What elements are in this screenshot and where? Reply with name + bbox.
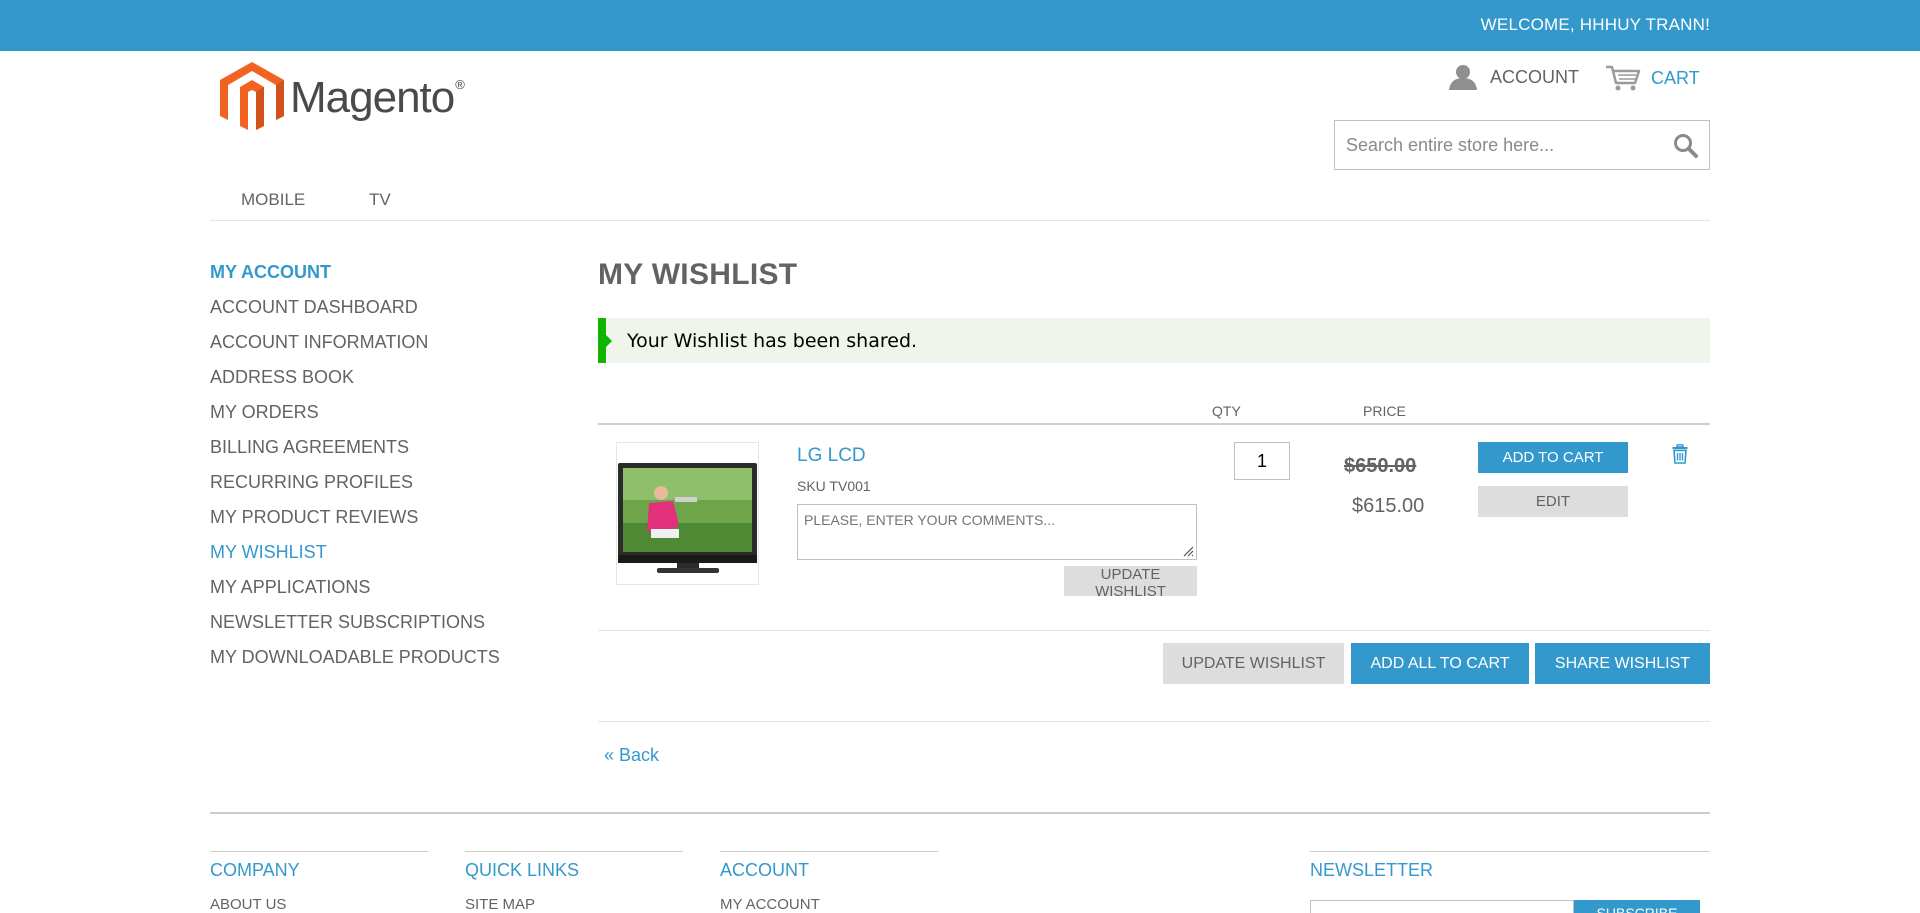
- footer-divider: [210, 812, 1710, 814]
- back-link[interactable]: « Back: [604, 745, 659, 766]
- newsletter-email-input[interactable]: [1310, 900, 1574, 913]
- wishlist-actions: UPDATE WISHLIST ADD ALL TO CART SHARE WI…: [598, 631, 1710, 722]
- add-all-to-cart-button[interactable]: ADD ALL TO CART: [1351, 643, 1529, 684]
- sidebar-item-account-dashboard[interactable]: ACCOUNT DASHBOARD: [210, 297, 500, 332]
- quantity-input[interactable]: [1234, 442, 1290, 480]
- sidebar-item-billing-agreements[interactable]: BILLING AGREEMENTS: [210, 437, 500, 472]
- old-price: $650.00: [1344, 455, 1417, 477]
- store-logo[interactable]: Magento ®: [220, 62, 465, 134]
- account-sidebar: MY ACCOUNT ACCOUNT DASHBOARD ACCOUNT INF…: [210, 262, 500, 682]
- search-box: [1334, 120, 1710, 170]
- sidebar-item-my-product-reviews[interactable]: MY PRODUCT REVIEWS: [210, 507, 500, 542]
- footer-link-my-account[interactable]: MY ACCOUNT: [720, 896, 938, 913]
- main-navigation: MOBILE TV: [210, 190, 1710, 221]
- trash-icon[interactable]: [1672, 444, 1688, 464]
- resize-grip-icon[interactable]: [1182, 545, 1194, 557]
- search-icon[interactable]: [1673, 133, 1699, 159]
- success-message-box: Your Wishlist has been shared.: [598, 318, 1710, 363]
- logo-wordmark: Magento: [290, 73, 455, 122]
- product-sku: SKU TV001: [797, 478, 871, 494]
- success-arrow-icon: [605, 334, 612, 348]
- product-name-link[interactable]: LG LCD: [797, 445, 866, 467]
- magento-logo-icon: [220, 62, 284, 130]
- welcome-message: WELCOME, HHHUY TRANN!: [1480, 15, 1710, 34]
- nav-item-mobile[interactable]: MOBILE: [241, 190, 305, 210]
- footer-title-quick-links: QUICK LINKS: [465, 860, 580, 880]
- sidebar-item-my-applications[interactable]: MY APPLICATIONS: [210, 577, 500, 612]
- footer-column-newsletter: NEWSLETTER: [1310, 851, 1710, 896]
- sidebar-title: MY ACCOUNT: [210, 262, 331, 282]
- footer-link-site-map[interactable]: SITE MAP: [465, 896, 683, 913]
- column-header-qty: QTY: [1212, 403, 1241, 419]
- search-input[interactable]: [1335, 121, 1655, 169]
- cart-link[interactable]: CART: [1605, 64, 1700, 92]
- user-icon: [1449, 65, 1477, 90]
- page-title: MY WISHLIST: [598, 258, 798, 291]
- sidebar-item-address-book[interactable]: ADDRESS BOOK: [210, 367, 500, 402]
- sidebar-item-account-information[interactable]: ACCOUNT INFORMATION: [210, 332, 500, 367]
- account-label: ACCOUNT: [1490, 66, 1579, 87]
- tv-product-image: [618, 463, 757, 573]
- account-link[interactable]: ACCOUNT: [1448, 64, 1579, 90]
- edit-item-button[interactable]: EDIT: [1478, 486, 1628, 517]
- add-to-cart-button[interactable]: ADD TO CART: [1478, 442, 1628, 473]
- success-message: Your Wishlist has been shared.: [627, 330, 918, 352]
- column-header-price: PRICE: [1363, 403, 1406, 419]
- special-price: $615.00: [1352, 495, 1425, 517]
- sidebar-item-my-orders[interactable]: MY ORDERS: [210, 402, 500, 437]
- footer-title-company: COMPANY: [210, 860, 300, 880]
- nav-item-tv[interactable]: TV: [369, 190, 391, 210]
- sidebar-item-my-wishlist[interactable]: MY WISHLIST: [210, 542, 500, 577]
- sidebar-item-recurring-profiles[interactable]: RECURRING PROFILES: [210, 472, 500, 507]
- footer-title-account: ACCOUNT: [720, 860, 809, 880]
- footer-link-about-us[interactable]: ABOUT US: [210, 896, 428, 913]
- cart-label: CART: [1651, 67, 1700, 88]
- share-wishlist-button[interactable]: SHARE WISHLIST: [1535, 643, 1710, 684]
- sidebar-item-my-downloadable-products[interactable]: MY DOWNLOADABLE PRODUCTS: [210, 647, 500, 682]
- update-wishlist-item-button[interactable]: UPDATE WISHLIST: [1064, 566, 1197, 600]
- comment-textarea[interactable]: [797, 504, 1197, 560]
- subscribe-button[interactable]: SUBSCRIBE: [1574, 900, 1700, 913]
- sidebar-item-newsletter-subscriptions[interactable]: NEWSLETTER SUBSCRIPTIONS: [210, 612, 500, 647]
- update-wishlist-button[interactable]: UPDATE WISHLIST: [1163, 643, 1344, 684]
- product-thumbnail[interactable]: [616, 442, 759, 585]
- footer-column-company: COMPANY ABOUT US: [210, 851, 428, 913]
- footer-title-newsletter: NEWSLETTER: [1310, 860, 1434, 880]
- top-welcome-bar: WELCOME, HHHUY TRANN!: [0, 0, 1920, 51]
- wishlist-table-header: QTY PRICE: [598, 400, 1710, 425]
- logo-registered-mark: ®: [455, 76, 465, 92]
- footer-column-account: ACCOUNT MY ACCOUNT: [720, 851, 938, 913]
- footer-column-quick-links: QUICK LINKS SITE MAP: [465, 851, 683, 913]
- cart-icon: [1606, 65, 1641, 91]
- wishlist-item-row: LG LCD SKU TV001 UPDATE WISHLIST $650.00…: [598, 425, 1710, 631]
